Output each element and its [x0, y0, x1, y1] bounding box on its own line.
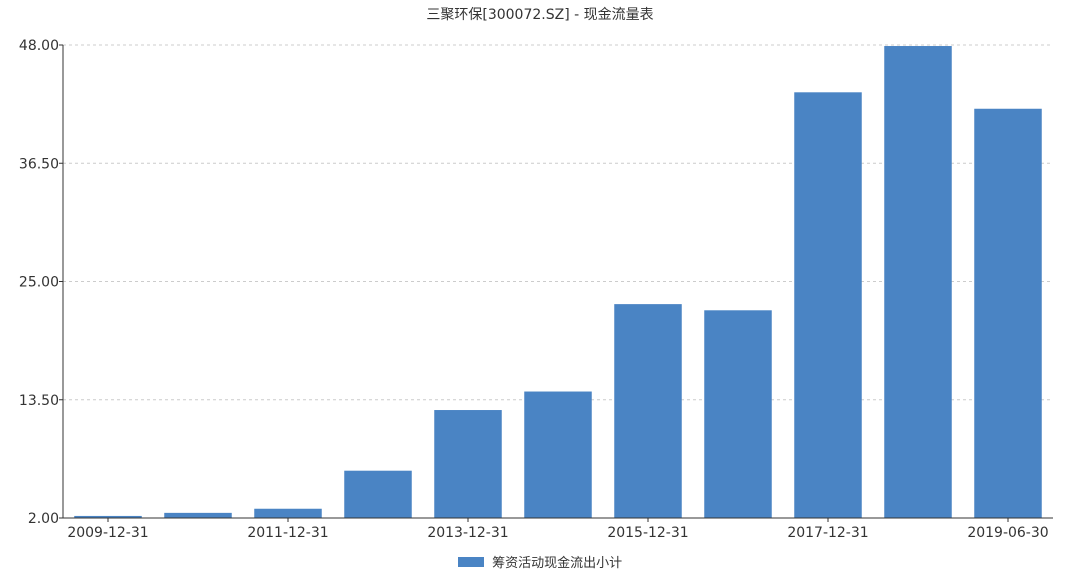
legend-label: 筹资活动现金流出小计 [492, 556, 623, 571]
bar [344, 470, 412, 518]
x-tick-labels: 2009-12-31 2011-12-31 2013-12-31 2015-12-31… [67, 525, 1048, 541]
bar [974, 108, 1042, 519]
bar [794, 92, 862, 519]
bar [614, 304, 682, 518]
x-tick-label: 2019-06-30 [967, 525, 1048, 541]
x-tick-label: 2011-12-31 [247, 525, 328, 541]
bar [164, 512, 232, 518]
x-tick-label: 2013-12-31 [427, 525, 508, 541]
x-tick-label: 2009-12-31 [67, 525, 148, 541]
y-tick-label: 48.00 [19, 38, 59, 54]
y-tick-label: 2.00 [28, 511, 59, 527]
bar [704, 310, 772, 518]
x-tick-label: 2015-12-31 [607, 525, 688, 541]
y-tick-label: 36.50 [19, 156, 59, 172]
y-tick-labels: 2.00 13.50 25.00 36.50 48.00 [19, 38, 59, 527]
bars [74, 46, 1042, 519]
legend: 筹资活动现金流出小计 [0, 552, 1080, 571]
y-tick-label: 25.00 [19, 275, 59, 291]
legend-swatch [457, 556, 484, 567]
x-tick-label: 2017-12-31 [787, 525, 868, 541]
bar-chart: 2.00 13.50 25.00 36.50 48.00 2009-12-31 2011-… [19, 38, 1053, 541]
y-tick-label: 13.50 [19, 393, 59, 409]
bar [524, 391, 592, 518]
bar [254, 508, 322, 518]
bar [434, 410, 502, 518]
bar [884, 46, 952, 518]
